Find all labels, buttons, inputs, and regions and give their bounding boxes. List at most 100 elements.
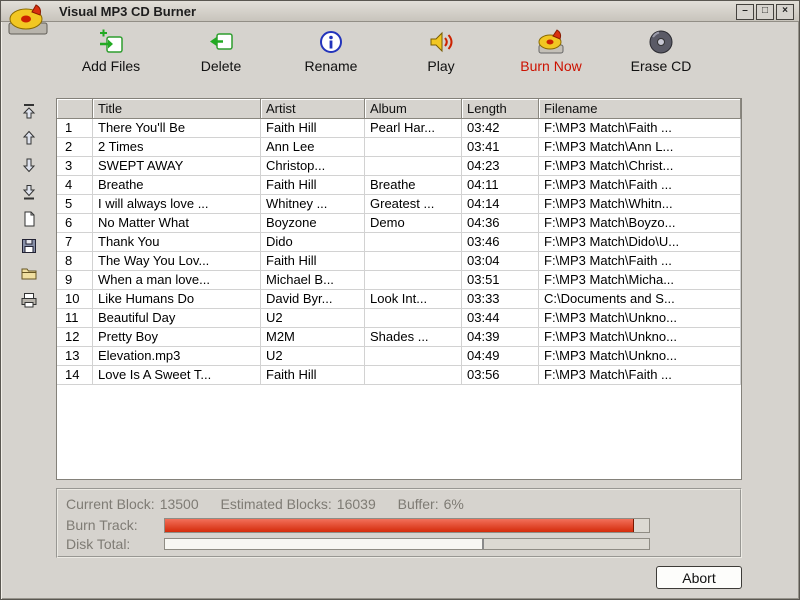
cell-length: 03:51 xyxy=(462,271,539,290)
column-header-filename[interactable]: Filename xyxy=(539,99,741,119)
table-row[interactable]: 6 No Matter What Boyzone Demo 04:36 F:\MP3 Ma… xyxy=(57,214,741,233)
move-bottom-icon xyxy=(22,185,35,200)
cell-title: When a man love... xyxy=(93,271,261,290)
burn-now-button[interactable]: Burn Now xyxy=(499,28,603,74)
maximize-button[interactable]: □ xyxy=(756,4,774,20)
column-header-album[interactable]: Album xyxy=(365,99,462,119)
cell-album xyxy=(365,366,462,385)
cell-artist: Michael B... xyxy=(261,271,365,290)
cell-length: 03:41 xyxy=(462,138,539,157)
column-header-length[interactable]: Length xyxy=(462,99,539,119)
cell-artist: Whitney ... xyxy=(261,195,365,214)
new-file-button[interactable] xyxy=(18,208,40,230)
cell-length: 04:49 xyxy=(462,347,539,366)
table-row[interactable]: 10 Like Humans Do David Byr... Look Int... 0… xyxy=(57,290,741,309)
table-row[interactable]: 7 Thank You Dido 03:46 F:\MP3 Match\Dido\U..… xyxy=(57,233,741,252)
estimated-blocks-value: 16039 xyxy=(336,496,376,512)
save-button[interactable] xyxy=(18,235,40,257)
table-row[interactable]: 8 The Way You Lov... Faith Hill 03:04 F:\MP3… xyxy=(57,252,741,271)
cell-file: F:\MP3 Match\Unkno... xyxy=(539,328,741,347)
move-down-button[interactable] xyxy=(18,154,40,176)
erase-cd-button[interactable]: Erase CD xyxy=(609,28,713,74)
play-button[interactable]: Play xyxy=(389,28,493,74)
titlebar[interactable]: Visual MP3 CD Burner – □ × xyxy=(1,1,799,35)
move-top-button[interactable] xyxy=(18,100,40,122)
table-row[interactable]: 1 There You'll Be Faith Hill Pearl Har... 03… xyxy=(57,119,741,138)
print-button[interactable] xyxy=(18,289,40,311)
cell-album xyxy=(365,138,462,157)
cell-album: Look Int... xyxy=(365,290,462,309)
window-controls: – □ × xyxy=(736,4,794,20)
table-row[interactable]: 5I will always love ... Whitney ... Greate… xyxy=(57,195,741,214)
cell-num: 7 xyxy=(57,233,93,252)
cell-artist: U2 xyxy=(261,309,365,328)
cell-length: 04:14 xyxy=(462,195,539,214)
burn-track-fill xyxy=(165,518,635,532)
disk-total-label: Disk Total: xyxy=(66,536,131,552)
cell-file: F:\MP3 Match\Unkno... xyxy=(539,347,741,366)
erase-cd-label: Erase CD xyxy=(630,58,692,74)
cell-artist: Faith Hill xyxy=(261,252,365,271)
add-files-icon xyxy=(97,28,125,56)
disk-total-fill xyxy=(165,539,485,549)
table-row[interactable]: 11 Beautiful Day U2 03:44 F:\MP3 Match\Unkno… xyxy=(57,309,741,328)
column-header-num[interactable] xyxy=(57,99,93,119)
cell-length: 03:56 xyxy=(462,366,539,385)
table-row[interactable]: 14 Love Is A Sweet T... Faith Hill 03:56 F:\… xyxy=(57,366,741,385)
cell-length: 03:46 xyxy=(462,233,539,252)
table-row[interactable]: 13 Elevation.mp3 U2 04:49 F:\MP3 Match\Unkno… xyxy=(57,347,741,366)
cell-num: 14 xyxy=(57,366,93,385)
cell-album xyxy=(365,347,462,366)
open-folder-button[interactable] xyxy=(18,262,40,284)
burn-now-icon xyxy=(537,28,565,56)
move-bottom-button[interactable] xyxy=(18,181,40,203)
column-header-title[interactable]: Title xyxy=(93,99,261,119)
window-title: Visual MP3 CD Burner xyxy=(59,3,197,19)
erase-cd-icon xyxy=(647,28,675,56)
table-row[interactable]: 22 Times Ann Lee 03:41 F:\MP3 Match\Ann L..… xyxy=(57,138,741,157)
delete-icon xyxy=(207,28,235,56)
cell-album xyxy=(365,157,462,176)
cell-album xyxy=(365,252,462,271)
cell-file: F:\MP3 Match\Micha... xyxy=(539,271,741,290)
table-row[interactable]: 12 Pretty Boy M2M Shades ... 04:39 F:\MP3 Mat… xyxy=(57,328,741,347)
cell-title: Breathe xyxy=(93,176,261,195)
move-up-button[interactable] xyxy=(18,127,40,149)
rename-button[interactable]: Rename xyxy=(279,28,383,74)
track-table: Title Artist Album Length Filename 1 Ther… xyxy=(56,98,742,480)
buffer-label: Buffer: xyxy=(397,496,439,512)
cell-artist: Faith Hill xyxy=(261,119,365,138)
close-button[interactable]: × xyxy=(776,4,794,20)
delete-button[interactable]: Delete xyxy=(169,28,273,74)
cell-file: F:\MP3 Match\Christ... xyxy=(539,157,741,176)
burn-now-label: Burn Now xyxy=(520,58,582,74)
cell-file: F:\MP3 Match\Unkno... xyxy=(539,309,741,328)
table-row[interactable]: 3 SWEPT AWAY Christop... 04:23 F:\MP3 Match\… xyxy=(57,157,741,176)
cell-title: No Matter What xyxy=(93,214,261,233)
cell-file: C:\Documents and S... xyxy=(539,290,741,309)
table-row[interactable]: 9 When a man love... Michael B... 03:51 F:\M… xyxy=(57,271,741,290)
cell-album xyxy=(365,271,462,290)
cell-artist: Faith Hill xyxy=(261,176,365,195)
app-window: Visual MP3 CD Burner – □ × Add Files Del… xyxy=(0,0,800,600)
track-list: 1 There You'll Be Faith Hill Pearl Har... 03… xyxy=(57,119,741,479)
table-row[interactable]: 4 Breathe Faith Hill Breathe 04:11 F:\MP3 Mat… xyxy=(57,176,741,195)
minimize-button[interactable]: – xyxy=(736,4,754,20)
delete-label: Delete xyxy=(200,58,242,74)
cell-artist: U2 xyxy=(261,347,365,366)
cell-title: SWEPT AWAY xyxy=(93,157,261,176)
cell-length: 04:36 xyxy=(462,214,539,233)
cell-length: 04:39 xyxy=(462,328,539,347)
cell-num: 12 xyxy=(57,328,93,347)
cell-length: 03:42 xyxy=(462,119,539,138)
column-header-artist[interactable]: Artist xyxy=(261,99,365,119)
move-top-icon xyxy=(22,104,35,119)
add-files-button[interactable]: Add Files xyxy=(59,28,163,74)
buffer-value: 6% xyxy=(443,496,464,512)
cell-length: 03:33 xyxy=(462,290,539,309)
abort-button[interactable]: Abort xyxy=(656,566,742,589)
cell-artist: Faith Hill xyxy=(261,366,365,385)
status-panel: Current Block: 13500 Estimated Blocks: 160… xyxy=(56,488,742,558)
table-header-row: Title Artist Album Length Filename xyxy=(57,99,741,119)
cell-album: Greatest ... xyxy=(365,195,462,214)
